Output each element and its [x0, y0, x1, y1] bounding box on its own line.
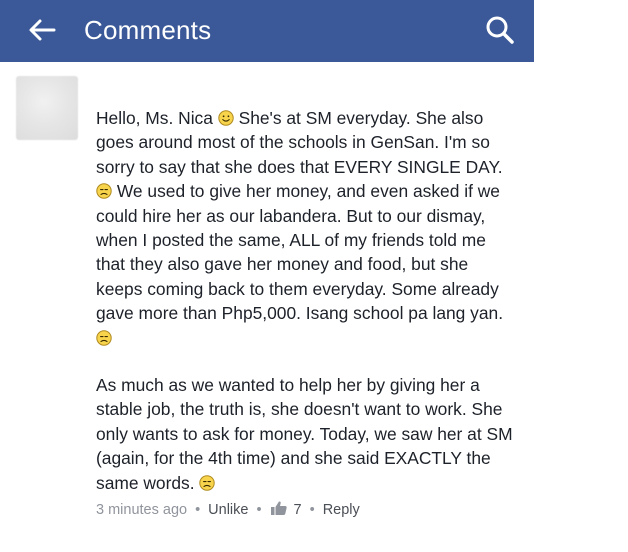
like-count[interactable]: 7	[294, 502, 302, 518]
comment-paragraph-1: Hello, Ms. Nica She's at SM everyday. Sh…	[96, 106, 516, 350]
separator-dot: •	[256, 502, 262, 518]
comment-body: Hello, Ms. Nica She's at SM everyday. Sh…	[96, 106, 516, 495]
unlike-button[interactable]: Unlike	[208, 502, 248, 518]
comment-timestamp[interactable]: 3 minutes ago	[96, 502, 187, 518]
smile-emoji-icon	[218, 110, 234, 126]
avatar[interactable]	[16, 76, 78, 140]
comment-paragraph-2: As much as we wanted to help her by givi…	[96, 373, 516, 495]
sad-emoji-icon	[96, 183, 112, 199]
sad-emoji-icon	[199, 474, 216, 491]
comment-text: As much as we wanted to help her by givi…	[96, 375, 513, 493]
separator-dot: •	[195, 502, 201, 518]
comment-meta: 3 minutes ago • Unlike • 7 • Reply	[96, 500, 360, 520]
reply-button[interactable]: Reply	[323, 502, 360, 518]
back-arrow-icon[interactable]	[26, 14, 58, 46]
thumbs-up-icon[interactable]	[270, 500, 288, 516]
comment-text: We used to give her money, and even aske…	[96, 181, 504, 324]
sad-emoji-icon	[96, 329, 112, 346]
search-icon[interactable]	[484, 14, 516, 46]
separator-dot: •	[309, 502, 315, 518]
header-bar: Comments	[0, 0, 534, 62]
page-title: Comments	[84, 15, 212, 45]
comment-text: Hello, Ms. Nica	[96, 108, 218, 128]
